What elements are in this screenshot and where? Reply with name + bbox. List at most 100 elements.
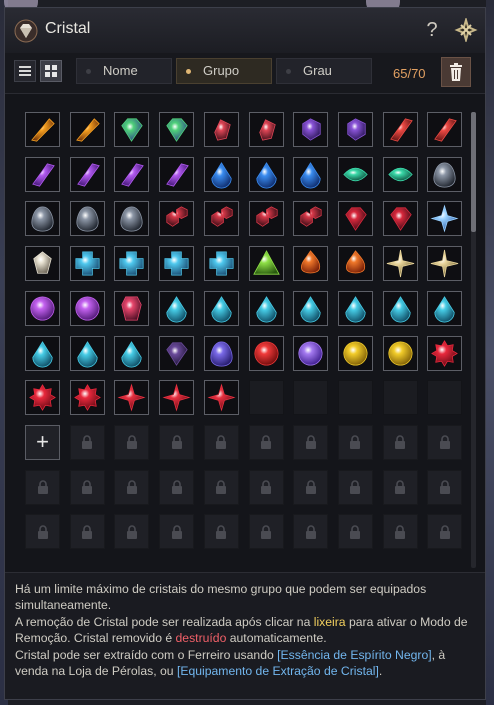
crystal-slot[interactable] bbox=[293, 335, 329, 371]
red-ingot-crystal-icon bbox=[121, 296, 143, 321]
crystal-slot[interactable] bbox=[382, 201, 418, 237]
crystal-slot[interactable] bbox=[69, 335, 105, 371]
crystal-slot[interactable] bbox=[427, 290, 463, 326]
crystal-slot[interactable] bbox=[159, 380, 195, 416]
add-slot-button[interactable]: + bbox=[25, 424, 60, 460]
crystal-slot[interactable] bbox=[248, 335, 284, 371]
crystal-slot[interactable] bbox=[427, 246, 463, 282]
crystal-slot[interactable] bbox=[248, 201, 284, 237]
crystal-slot[interactable] bbox=[25, 201, 60, 237]
red-shard-crystal-icon bbox=[214, 119, 231, 141]
red-blade-crystal-icon bbox=[434, 118, 458, 142]
crystal-slot[interactable] bbox=[159, 290, 195, 326]
crystal-slot[interactable] bbox=[427, 201, 463, 237]
crystal-slot[interactable] bbox=[114, 112, 150, 147]
crystal-slot[interactable] bbox=[382, 112, 418, 147]
sort-by-group-tab[interactable]: Grupo bbox=[176, 58, 272, 84]
locked-slot bbox=[159, 424, 195, 460]
empty-slot[interactable] bbox=[293, 380, 329, 416]
info-text: . bbox=[378, 664, 383, 679]
item-link[interactable]: [Essência de Espírito Negro] bbox=[277, 648, 431, 662]
trash-button[interactable] bbox=[441, 57, 471, 87]
crystal-slot[interactable] bbox=[25, 335, 60, 371]
list-view-button[interactable] bbox=[14, 60, 36, 82]
crystal-slot[interactable] bbox=[382, 156, 418, 192]
locked-slot bbox=[248, 469, 284, 505]
crystal-slot[interactable] bbox=[382, 290, 418, 326]
crystal-slot[interactable] bbox=[114, 201, 150, 237]
crystal-slot[interactable] bbox=[337, 335, 373, 371]
crystal-slot[interactable] bbox=[203, 246, 239, 282]
empty-slot[interactable] bbox=[337, 380, 373, 416]
crystal-slot[interactable] bbox=[203, 290, 239, 326]
crystal-slot[interactable] bbox=[293, 156, 329, 192]
crystal-slot[interactable] bbox=[427, 156, 463, 192]
crystal-slot[interactable] bbox=[69, 112, 105, 147]
item-link[interactable]: [Equipamento de Extração de Cristal] bbox=[177, 664, 379, 678]
crystal-slot[interactable] bbox=[114, 156, 150, 192]
toolbar: Nome Grupo Grau 65/70 bbox=[5, 53, 485, 94]
grid-view-button[interactable] bbox=[40, 60, 62, 82]
crystal-slot[interactable] bbox=[69, 290, 105, 326]
crystal-slot[interactable] bbox=[203, 156, 239, 192]
crystal-slot[interactable] bbox=[69, 380, 105, 416]
crystal-slot[interactable] bbox=[293, 290, 329, 326]
crystal-slot[interactable] bbox=[382, 246, 418, 282]
crystal-slot[interactable] bbox=[427, 335, 463, 371]
crystal-slot[interactable] bbox=[427, 112, 463, 147]
crystal-slot[interactable] bbox=[293, 201, 329, 237]
help-icon[interactable]: ? bbox=[422, 18, 442, 42]
aqua-drop-crystal-icon bbox=[389, 295, 411, 323]
crystal-slot[interactable] bbox=[248, 112, 284, 147]
crystal-slot[interactable] bbox=[337, 201, 373, 237]
crystal-slot[interactable] bbox=[69, 246, 105, 282]
scrollbar[interactable] bbox=[471, 112, 476, 568]
sort-by-grade-tab[interactable]: Grau bbox=[276, 58, 372, 84]
crystal-slot[interactable] bbox=[293, 112, 329, 147]
crystal-slot[interactable] bbox=[69, 156, 105, 192]
crystal-slot[interactable] bbox=[337, 290, 373, 326]
crystal-slot[interactable] bbox=[337, 112, 373, 147]
crystal-slot[interactable] bbox=[248, 246, 284, 282]
crystal-slot[interactable] bbox=[159, 246, 195, 282]
trash-highlight: lixeira bbox=[313, 614, 346, 629]
empty-slot[interactable] bbox=[382, 380, 418, 416]
crystal-slot[interactable] bbox=[159, 156, 195, 192]
crystal-slot[interactable] bbox=[25, 380, 60, 416]
crystal-slot[interactable] bbox=[25, 246, 60, 282]
lock-icon bbox=[216, 525, 227, 539]
crystal-slot[interactable] bbox=[25, 112, 60, 147]
lock-icon bbox=[126, 435, 137, 450]
crystal-slot[interactable] bbox=[114, 290, 150, 326]
crystal-slot[interactable] bbox=[114, 246, 150, 282]
crystal-slot[interactable] bbox=[337, 156, 373, 192]
crystal-slot[interactable] bbox=[114, 380, 150, 416]
crystal-slot[interactable] bbox=[293, 246, 329, 282]
crystal-slot[interactable] bbox=[203, 380, 239, 416]
titlebar: Cristal ? bbox=[5, 8, 485, 54]
locked-slot bbox=[293, 469, 329, 505]
empty-slot[interactable] bbox=[427, 380, 463, 416]
crystal-slot[interactable] bbox=[25, 290, 60, 326]
scrollbar-thumb[interactable] bbox=[471, 112, 476, 232]
crystal-slot[interactable] bbox=[203, 112, 239, 147]
sort-by-name-tab[interactable]: Nome bbox=[76, 58, 172, 84]
aqua-drop-crystal-icon bbox=[121, 340, 142, 367]
crystal-slot[interactable] bbox=[248, 156, 284, 192]
crystal-slot[interactable] bbox=[203, 335, 239, 371]
crystal-slot[interactable] bbox=[114, 335, 150, 371]
crystal-slot[interactable] bbox=[337, 246, 373, 282]
crystal-slot[interactable] bbox=[69, 201, 105, 237]
ruby-gem-crystal-icon bbox=[389, 207, 412, 232]
close-icon[interactable] bbox=[454, 18, 478, 42]
crystal-slot[interactable] bbox=[159, 201, 195, 237]
crystal-slot[interactable] bbox=[25, 156, 60, 192]
crystal-slot[interactable] bbox=[382, 335, 418, 371]
empty-slot[interactable] bbox=[248, 380, 284, 416]
info-text: automaticamente. bbox=[226, 631, 327, 646]
crystal-slot[interactable] bbox=[159, 112, 195, 147]
info-text: Cristal pode ser extraído com o Ferreiro… bbox=[15, 647, 278, 662]
crystal-slot[interactable] bbox=[159, 335, 195, 371]
crystal-slot[interactable] bbox=[248, 290, 284, 326]
crystal-slot[interactable] bbox=[203, 201, 239, 237]
